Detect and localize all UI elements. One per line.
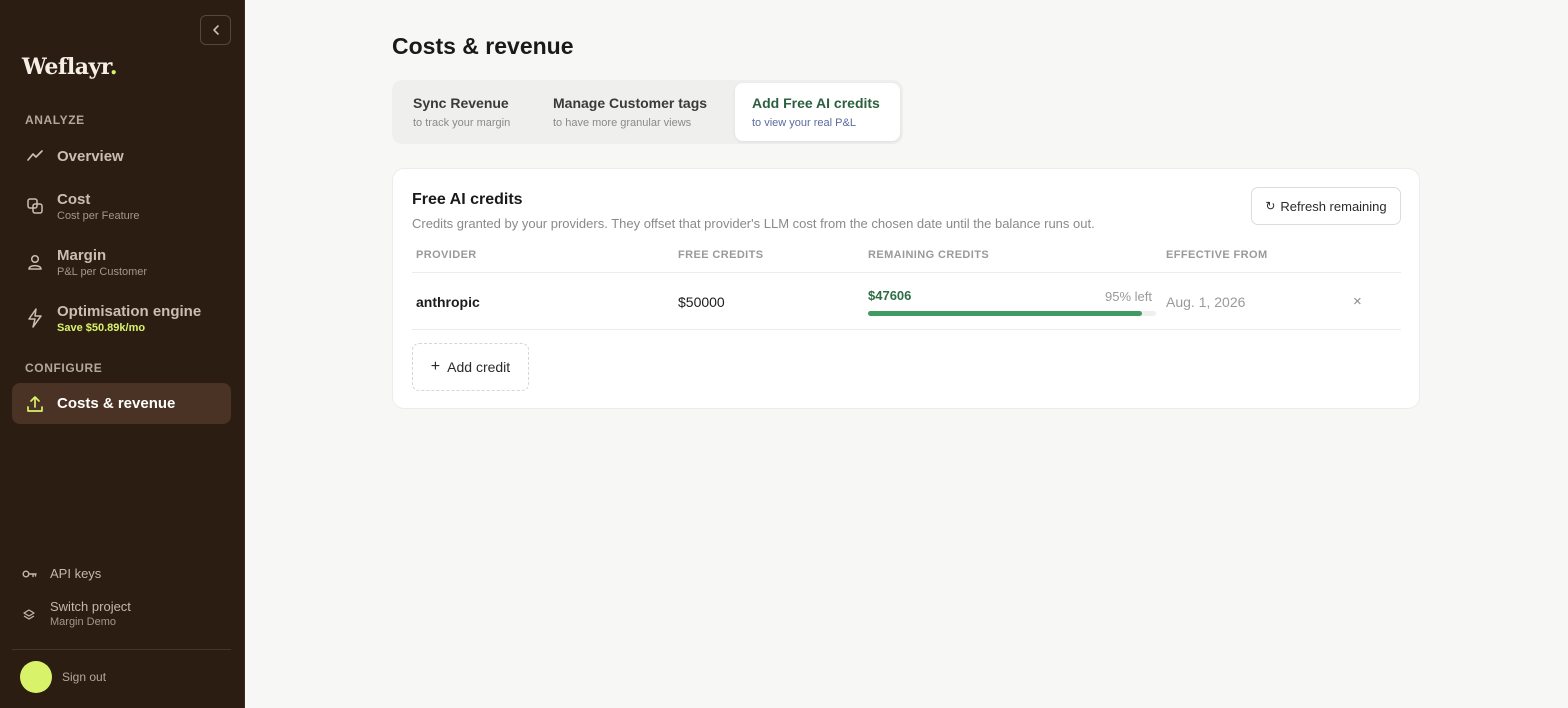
sidebar-item-label: Costs & revenue xyxy=(57,395,176,412)
add-credit-button[interactable]: + Add credit xyxy=(412,343,529,391)
logo: Weflayr. xyxy=(22,54,118,80)
button-label: Add credit xyxy=(447,359,511,375)
provider-cell: anthropic xyxy=(416,294,480,310)
key-icon xyxy=(22,568,50,580)
sidebar-item-cost[interactable]: Cost Cost per Feature xyxy=(12,188,231,224)
column-header-effective-from: EFFECTIVE FROM xyxy=(1166,249,1268,261)
effective-from-cell: Aug. 1, 2026 xyxy=(1166,294,1246,310)
refresh-icon: ↻ xyxy=(1265,199,1276,213)
sidebar-divider xyxy=(12,649,231,650)
avatar[interactable] xyxy=(20,661,52,693)
delete-credit-icon[interactable]: × xyxy=(1353,293,1362,310)
tab-bar: Sync Revenue to track your margin Manage… xyxy=(392,80,903,144)
sidebar-item-optimisation-engine[interactable]: Optimisation engine Save $50.89k/mo xyxy=(12,300,231,336)
remaining-progress-bar xyxy=(868,311,1156,316)
sidebar-item-label: Margin xyxy=(57,246,107,264)
tab-subtitle: to view your real P&L xyxy=(752,117,856,129)
sidebar-item-label: Cost xyxy=(57,190,91,208)
switch-stack-icon xyxy=(22,607,50,621)
upload-icon xyxy=(12,395,57,413)
current-project-name: Margin Demo xyxy=(50,616,117,628)
sidebar-item-sublabel: P&L per Customer xyxy=(57,265,148,278)
user-icon xyxy=(12,253,57,271)
sidebar-item-label: Switch project xyxy=(50,599,131,614)
tab-add-free-ai-credits[interactable]: Add Free AI credits to view your real P&… xyxy=(735,83,900,141)
page-title: Costs & revenue xyxy=(392,33,574,59)
tab-sync-revenue[interactable]: Sync Revenue to track your margin xyxy=(396,83,532,141)
column-header-remaining-credits: REMAINING CREDITS xyxy=(868,249,990,261)
sidebar-item-label: Optimisation engine xyxy=(57,302,202,320)
sidebar-item-switch-project[interactable]: Switch project Margin Demo xyxy=(22,599,131,628)
button-label: Refresh remaining xyxy=(1280,198,1387,214)
sidebar-item-overview[interactable]: Overview xyxy=(12,142,231,170)
tab-title: Manage Customer tags xyxy=(553,95,708,111)
collapse-sidebar-button[interactable] xyxy=(200,15,231,45)
card-description: Credits granted by your providers. They … xyxy=(412,216,1095,231)
refresh-remaining-button[interactable]: ↻ Refresh remaining xyxy=(1251,187,1401,225)
section-label-analyze: ANALYZE xyxy=(25,113,85,127)
column-header-provider: PROVIDER xyxy=(416,249,477,261)
sidebar-item-api-keys[interactable]: API keys xyxy=(22,566,101,581)
plus-icon: + xyxy=(430,358,441,375)
chevron-left-icon xyxy=(212,25,219,35)
table-header-divider xyxy=(412,272,1401,273)
lightning-bolt-icon xyxy=(12,308,57,328)
sidebar-item-label: Overview xyxy=(57,147,124,165)
sidebar-item-costs-revenue[interactable]: Costs & revenue xyxy=(12,383,231,424)
savings-label: Save $50.89k/mo xyxy=(57,321,146,334)
sidebar-item-label: API keys xyxy=(50,566,102,581)
remaining-credits-value: $47606 xyxy=(868,288,912,303)
column-header-free-credits: FREE CREDITS xyxy=(678,249,764,261)
tab-manage-customer-tags[interactable]: Manage Customer tags to have more granul… xyxy=(536,83,729,141)
tab-title: Add Free AI credits xyxy=(752,95,880,111)
remaining-percent-label: 95% left xyxy=(1105,289,1152,304)
tab-subtitle: to have more granular views xyxy=(553,117,692,129)
remaining-progress-fill xyxy=(868,311,1142,316)
free-credits-cell: $50000 xyxy=(678,294,725,310)
sidebar-item-margin[interactable]: Margin P&L per Customer xyxy=(12,244,231,280)
sign-out-link[interactable]: Sign out xyxy=(62,670,106,684)
layers-squares-icon xyxy=(12,197,57,215)
sidebar-item-sublabel: Cost per Feature xyxy=(57,209,140,222)
card-title: Free AI credits xyxy=(412,191,523,208)
sidebar: Weflayr. ANALYZE Overview Cost Cost per … xyxy=(0,0,245,708)
trend-line-icon xyxy=(12,147,57,165)
tab-title: Sync Revenue xyxy=(413,95,509,111)
section-label-configure: CONFIGURE xyxy=(25,361,103,375)
free-ai-credits-card: Free AI credits Credits granted by your … xyxy=(392,168,1420,409)
table-row-divider xyxy=(412,329,1401,330)
tab-subtitle: to track your margin xyxy=(413,117,511,129)
